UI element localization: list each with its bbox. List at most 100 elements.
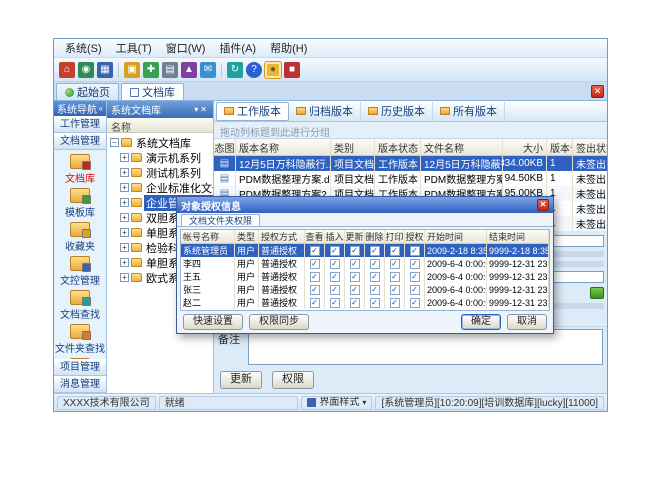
print-checkbox[interactable]: ✓: [390, 285, 400, 295]
authorize-checkbox[interactable]: ✓: [410, 259, 420, 269]
table-row[interactable]: ▤ 12月5日万科隐蔽行.. 项目文档 工作版本 12月5日万科隐蔽行.. 33…: [214, 156, 607, 171]
expander-icon[interactable]: [120, 273, 129, 282]
delete-checkbox[interactable]: ✓: [370, 285, 380, 295]
close-icon[interactable]: [537, 199, 549, 211]
sidebar-item-template-library[interactable]: 模板库: [65, 188, 95, 219]
collapse-icon[interactable]: «: [99, 104, 103, 113]
col-delete[interactable]: 删除: [365, 230, 385, 243]
tab-document-library[interactable]: 文档库: [121, 83, 184, 100]
system-icon[interactable]: ⌂: [59, 62, 75, 78]
sidebar-item-doc-control[interactable]: 文控管理: [60, 256, 100, 287]
sidebar-item-folder-search[interactable]: 文件夹查找: [55, 324, 105, 355]
menu-system[interactable]: 系统(S): [58, 38, 109, 58]
folder-icon[interactable]: ▣: [124, 62, 140, 78]
col-update[interactable]: 更新: [345, 230, 365, 243]
permission-button[interactable]: 权限: [272, 371, 314, 389]
ok-button[interactable]: 确定: [461, 314, 501, 330]
menu-plugins[interactable]: 插件(A): [212, 38, 263, 58]
insert-checkbox[interactable]: ✓: [330, 259, 340, 269]
add-icon[interactable]: ✚: [143, 62, 159, 78]
sidebar-item-document-library[interactable]: 文档库: [65, 154, 95, 185]
insert-checkbox[interactable]: ✓: [330, 246, 340, 256]
col-authorize[interactable]: 授权: [405, 230, 425, 243]
print-checkbox[interactable]: ✓: [390, 272, 400, 282]
menu-window[interactable]: 窗口(W): [159, 38, 213, 58]
sidebar-group-work[interactable]: 工作管理: [54, 116, 106, 133]
update-checkbox[interactable]: ✓: [350, 285, 360, 295]
update-checkbox[interactable]: ✓: [350, 272, 360, 282]
authorize-checkbox[interactable]: ✓: [410, 285, 420, 295]
col-print[interactable]: 打印: [385, 230, 405, 243]
col-end-time[interactable]: 结束时间: [487, 230, 549, 243]
expander-icon[interactable]: [120, 198, 129, 207]
col-file-name[interactable]: 文件名称: [421, 139, 503, 155]
exit-icon[interactable]: ■: [284, 62, 300, 78]
help-icon[interactable]: ?: [246, 62, 262, 78]
tree-node-root[interactable]: 系统文档库: [107, 135, 213, 150]
tab-working-versions[interactable]: 工作版本: [216, 102, 289, 121]
ui-style-selector[interactable]: 界面样式: [301, 396, 372, 410]
update-checkbox[interactable]: ✓: [350, 298, 360, 308]
detail-input[interactable]: [553, 271, 604, 283]
refresh-icon[interactable]: ↻: [227, 62, 243, 78]
col-category[interactable]: 类别: [331, 139, 375, 155]
update-checkbox[interactable]: ✓: [350, 246, 360, 256]
insert-checkbox[interactable]: ✓: [330, 272, 340, 282]
tab-archived-versions[interactable]: 归档版本: [289, 102, 361, 121]
browser-icon[interactable]: ◉: [78, 62, 94, 78]
col-start-time[interactable]: 开始时间: [425, 230, 487, 243]
authorize-checkbox[interactable]: ✓: [410, 246, 420, 256]
tab-all-versions[interactable]: 所有版本: [433, 102, 505, 121]
col-version-name[interactable]: 版本名称: [236, 139, 331, 155]
col-auth-method[interactable]: 授权方式: [259, 230, 305, 243]
pin-icon[interactable]: ▾✕: [194, 105, 209, 114]
permission-row[interactable]: 系统管理员 用户 普通授权 ✓ ✓ ✓ ✓ ✓ ✓ 2009-2-18 8:35…: [181, 244, 549, 257]
delete-checkbox[interactable]: ✓: [370, 246, 380, 256]
expander-icon[interactable]: [120, 153, 129, 162]
expander-icon[interactable]: [120, 213, 129, 222]
insert-checkbox[interactable]: ✓: [330, 285, 340, 295]
expander-icon[interactable]: [120, 228, 129, 237]
insert-checkbox[interactable]: ✓: [330, 298, 340, 308]
tab-history-versions[interactable]: 历史版本: [361, 102, 433, 121]
tree-column-header[interactable]: 名称: [107, 118, 213, 133]
view-checkbox[interactable]: ✓: [310, 272, 320, 282]
view-checkbox[interactable]: ✓: [310, 298, 320, 308]
view-checkbox[interactable]: ✓: [310, 246, 320, 256]
expander-icon[interactable]: [120, 258, 129, 267]
cancel-button[interactable]: 取消: [507, 314, 547, 330]
expander-icon[interactable]: [120, 183, 129, 192]
delete-checkbox[interactable]: ✓: [370, 298, 380, 308]
authorize-checkbox[interactable]: ✓: [410, 298, 420, 308]
print-checkbox[interactable]: ✓: [390, 259, 400, 269]
sidebar-group-project[interactable]: 项目管理: [54, 359, 106, 376]
delete-checkbox[interactable]: ✓: [370, 272, 380, 282]
view-checkbox[interactable]: ✓: [310, 285, 320, 295]
chart-icon[interactable]: ▲: [181, 62, 197, 78]
expander-icon[interactable]: [110, 138, 119, 147]
menu-tools[interactable]: 工具(T): [109, 38, 159, 58]
quick-setup-button[interactable]: 快速设置: [183, 314, 243, 330]
tab-start-page[interactable]: 起始页: [56, 83, 119, 100]
print-checkbox[interactable]: ✓: [390, 298, 400, 308]
browse-folder-icon[interactable]: [590, 287, 604, 299]
view-checkbox[interactable]: ✓: [310, 259, 320, 269]
close-tab-icon[interactable]: [591, 85, 604, 98]
col-size[interactable]: 大小: [503, 139, 547, 155]
tree-node[interactable]: 企业标准化文件: [107, 180, 213, 195]
col-checkout-status[interactable]: 签出状态: [573, 139, 607, 155]
col-type[interactable]: 类型: [235, 230, 259, 243]
mail-icon[interactable]: ✉: [200, 62, 216, 78]
expander-icon[interactable]: [120, 243, 129, 252]
table-row[interactable]: ▤ PDM数据整理方案.doc 项目文档 工作版本 PDM数据整理方案.doc …: [214, 171, 607, 186]
remark-textarea[interactable]: [248, 329, 603, 365]
permission-row[interactable]: 赵二 用户 普通授权 ✓ ✓ ✓ ✓ ✓ ✓ 2009-6-4 0:00:00 …: [181, 296, 549, 309]
col-status-icon[interactable]: 状态图标: [214, 139, 236, 155]
authorize-checkbox[interactable]: ✓: [410, 272, 420, 282]
tree-node[interactable]: 演示机系列: [107, 150, 213, 165]
lock-icon[interactable]: ●: [265, 62, 281, 78]
detail-input[interactable]: [553, 235, 604, 247]
update-button[interactable]: 更新: [220, 371, 262, 389]
permission-sync-button[interactable]: 权限同步: [249, 314, 309, 330]
col-account-name[interactable]: 帐号名称: [181, 230, 235, 243]
